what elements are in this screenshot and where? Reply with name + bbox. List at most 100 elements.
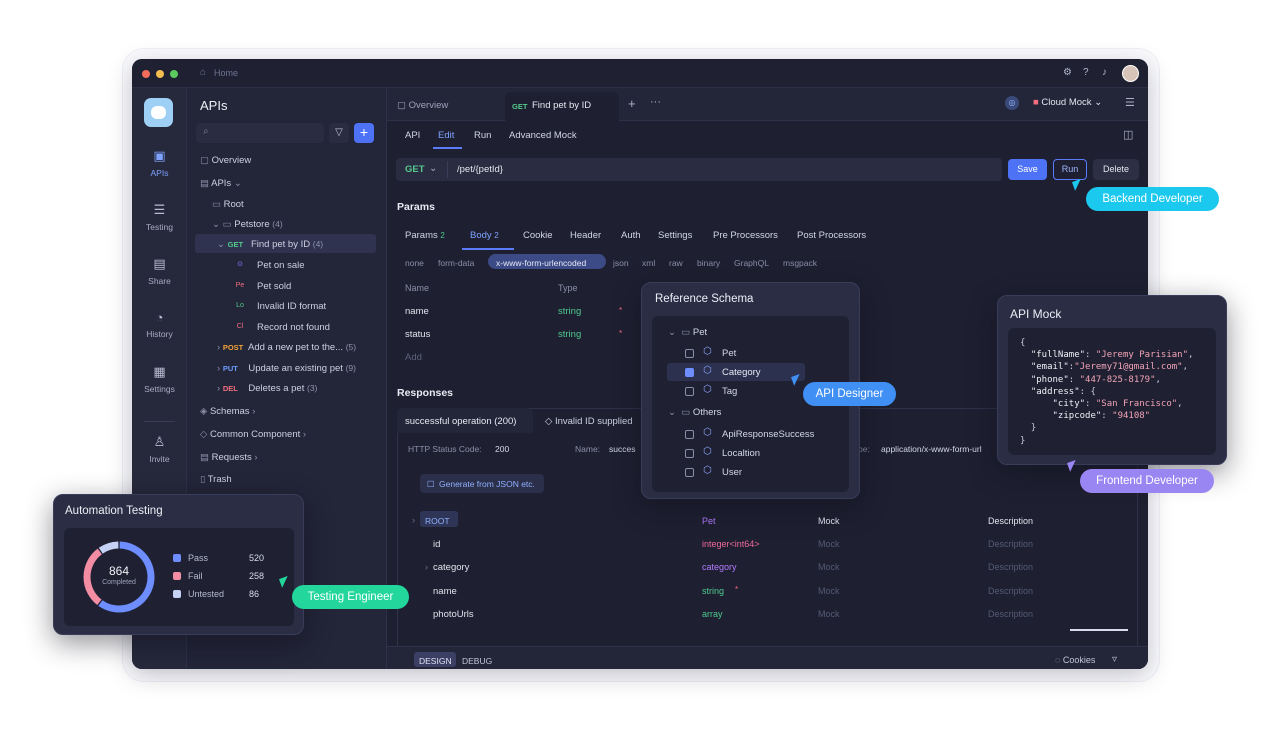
tab-pre-processors[interactable]: Pre Processors bbox=[713, 230, 778, 241]
schema-field-name[interactable]: category bbox=[433, 562, 469, 573]
schema-field-type[interactable]: string bbox=[702, 586, 724, 596]
name-value[interactable]: succes bbox=[609, 444, 635, 454]
tree-endpoint[interactable]: › POST Add a new pet to the... (5) bbox=[217, 342, 356, 353]
param-name[interactable]: name bbox=[405, 306, 429, 317]
subtab-api[interactable]: API bbox=[405, 130, 420, 141]
new-tab-icon[interactable]: + bbox=[628, 96, 636, 111]
schema-field-name[interactable]: id bbox=[433, 539, 440, 550]
menu-icon[interactable]: ☰ bbox=[1125, 96, 1135, 109]
body-type-msgpack[interactable]: msgpack bbox=[783, 258, 817, 268]
tree-root[interactable]: ▭ Root bbox=[212, 199, 244, 210]
status-code-value[interactable]: 200 bbox=[495, 444, 509, 454]
schema-checkbox-checked[interactable] bbox=[685, 368, 694, 377]
delete-button[interactable]: Delete bbox=[1093, 159, 1139, 180]
response-tab-success[interactable]: successful operation (200) bbox=[397, 408, 533, 433]
path-input[interactable]: /pet/{petId} bbox=[457, 164, 503, 175]
tree-trash[interactable]: ▯ Trash bbox=[200, 474, 232, 485]
schema-item[interactable]: ApiResponseSuccess bbox=[722, 429, 814, 440]
bell-icon[interactable]: ♪ bbox=[1102, 67, 1107, 78]
mock-json-view[interactable]: { "fullName": "Jeremy Parisian", "email"… bbox=[1008, 328, 1216, 455]
body-type-raw[interactable]: raw bbox=[669, 258, 683, 268]
body-type-xml[interactable]: xml bbox=[642, 258, 655, 268]
schema-item[interactable]: Tag bbox=[722, 386, 737, 397]
maximize-dot[interactable] bbox=[170, 70, 178, 78]
cookies-button[interactable]: ◌ Cookies bbox=[1055, 655, 1095, 665]
run-button[interactable]: Run bbox=[1053, 159, 1087, 180]
tree-endpoint[interactable]: › DEL Deletes a pet (3) bbox=[217, 383, 317, 394]
tree-petstore[interactable]: ⌄ ▭ Petstore (4) bbox=[212, 219, 283, 230]
folder-others[interactable]: ⌄ ▭ Others bbox=[668, 407, 721, 418]
root-type[interactable]: Pet bbox=[702, 516, 716, 526]
add-param[interactable]: Add bbox=[405, 352, 422, 363]
tab-header[interactable]: Header bbox=[570, 230, 601, 241]
body-type-json[interactable]: json bbox=[613, 258, 629, 268]
chevron-right-icon[interactable]: › bbox=[412, 515, 415, 525]
response-tab-invalid[interactable]: ◇ Invalid ID supplied bbox=[545, 416, 633, 427]
search-input[interactable]: ⌕ bbox=[196, 123, 324, 143]
tree-requests[interactable]: ▤ Requests › bbox=[200, 452, 258, 463]
schema-item[interactable]: Pet bbox=[722, 348, 736, 359]
content-type-value[interactable]: application/x-www-form-url bbox=[881, 444, 982, 454]
schema-field-desc[interactable]: Description bbox=[988, 609, 1033, 619]
tab-overview[interactable]: ▢ Overview bbox=[397, 100, 448, 111]
tree-overview[interactable]: ▢ Overview bbox=[200, 155, 251, 166]
schema-item[interactable]: Localtion bbox=[722, 448, 760, 459]
subtab-advanced-mock[interactable]: Advanced Mock bbox=[509, 130, 577, 141]
minimize-dot[interactable] bbox=[156, 70, 164, 78]
rail-item-invite[interactable]: ♙ Invite bbox=[132, 434, 187, 464]
tree-endpoint[interactable]: › PUT Update an existing pet (9) bbox=[217, 363, 356, 374]
schema-field-type[interactable]: integer<int64> bbox=[702, 539, 760, 549]
param-type[interactable]: string bbox=[558, 306, 581, 317]
home-label[interactable]: Home bbox=[214, 68, 238, 78]
tree-schemas[interactable]: ◈ Schemas › bbox=[200, 406, 255, 417]
body-type-graphql[interactable]: GraphQL bbox=[734, 258, 769, 268]
subtab-edit[interactable]: Edit bbox=[438, 130, 454, 141]
save-button[interactable]: Save bbox=[1008, 159, 1047, 180]
schema-checkbox[interactable] bbox=[685, 449, 694, 458]
body-type-binary[interactable]: binary bbox=[697, 258, 720, 268]
cloud-mock-select[interactable]: ■ Cloud Mock ⌄ bbox=[1033, 97, 1102, 108]
generate-button[interactable]: ☐ Generate from JSON etc. bbox=[420, 474, 544, 493]
more-icon[interactable]: ··· bbox=[650, 96, 661, 108]
schema-field-type[interactable]: category bbox=[702, 562, 737, 572]
schema-item[interactable]: User bbox=[722, 467, 742, 478]
schema-field-type[interactable]: array bbox=[702, 609, 723, 619]
help-icon[interactable]: ? bbox=[1083, 67, 1089, 78]
panel-toggle-icon[interactable]: ◫ bbox=[1123, 128, 1133, 141]
tab-body[interactable]: Body 2 bbox=[470, 230, 499, 241]
avatar[interactable] bbox=[1122, 65, 1139, 82]
tab-find-pet[interactable]: GET Find pet by ID bbox=[505, 92, 619, 121]
body-type-form-data[interactable]: form-data bbox=[438, 258, 474, 268]
rail-item-share[interactable]: ▤ Share bbox=[132, 256, 187, 286]
tab-settings[interactable]: Settings bbox=[658, 230, 692, 241]
folder-pet[interactable]: ⌄ ▭ Pet bbox=[668, 327, 707, 338]
schema-item[interactable]: Category bbox=[722, 367, 761, 378]
rail-item-history[interactable]: ◔ History bbox=[132, 310, 187, 339]
url-bar[interactable]: GET ⌄ /pet/{petId} bbox=[396, 158, 1002, 181]
schema-checkbox[interactable] bbox=[685, 468, 694, 477]
trash-icon[interactable]: ▿ bbox=[1112, 654, 1117, 665]
schema-field-desc[interactable]: Description bbox=[988, 562, 1033, 572]
schema-field-mock[interactable]: Mock bbox=[818, 586, 840, 596]
add-button[interactable]: + bbox=[354, 123, 374, 143]
tab-params[interactable]: Params 2 bbox=[405, 230, 445, 241]
rail-item-settings[interactable]: ▦ Settings bbox=[132, 364, 187, 394]
tree-apis[interactable]: ▤ APIs ⌄ bbox=[200, 178, 242, 189]
param-name[interactable]: status bbox=[405, 329, 430, 340]
chevron-right-icon[interactable]: › bbox=[425, 562, 428, 572]
gear-icon[interactable]: ⚙ bbox=[1063, 67, 1072, 78]
schema-field-desc[interactable]: Description bbox=[988, 586, 1033, 596]
body-type-none[interactable]: none bbox=[405, 258, 424, 268]
schema-field-mock[interactable]: Mock bbox=[818, 539, 840, 549]
tree-find-pet[interactable]: ⌄ GET Find pet by ID (4) bbox=[217, 239, 323, 250]
schema-checkbox[interactable] bbox=[685, 387, 694, 396]
method-select[interactable]: GET bbox=[405, 164, 425, 175]
schema-checkbox[interactable] bbox=[685, 430, 694, 439]
schema-field-name[interactable]: photoUrls bbox=[433, 609, 474, 620]
tree-common-component[interactable]: ◇ Common Component › bbox=[200, 429, 306, 440]
schema-field-mock[interactable]: Mock bbox=[818, 562, 840, 572]
schema-field-name[interactable]: name bbox=[433, 586, 457, 597]
body-type-urlencoded[interactable]: x-www-form-urlencoded bbox=[496, 258, 586, 268]
subtab-run[interactable]: Run bbox=[474, 130, 491, 141]
scroll-indicator[interactable] bbox=[1070, 629, 1128, 631]
